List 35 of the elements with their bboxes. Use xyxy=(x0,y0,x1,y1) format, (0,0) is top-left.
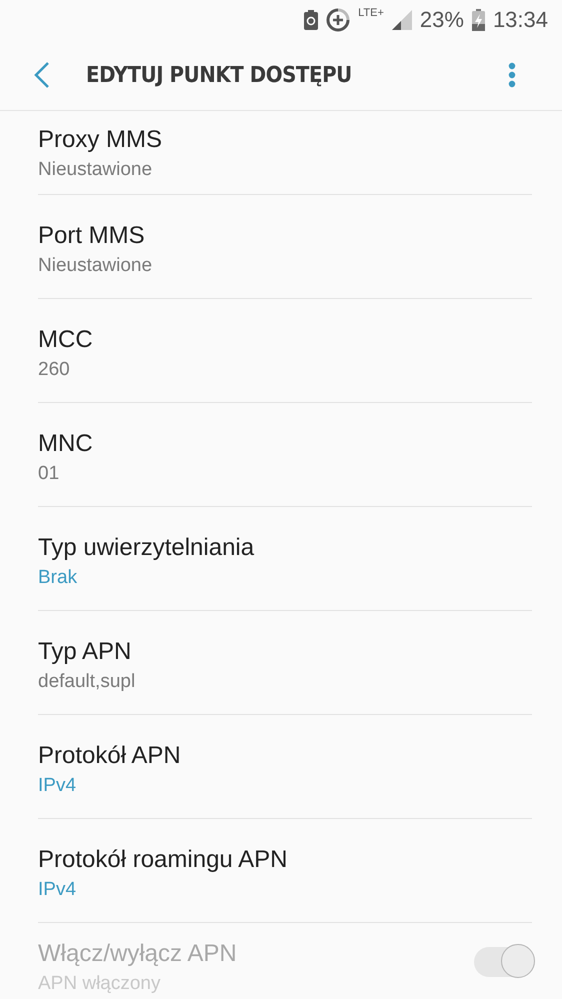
setting-item[interactable]: Protokół roamingu APN IPv4 xyxy=(38,819,532,923)
setting-title: MCC xyxy=(38,324,94,354)
setting-item[interactable]: MNC 01 xyxy=(38,403,532,507)
setting-value: 01 xyxy=(38,462,60,484)
setting-title: Typ APN xyxy=(38,636,132,666)
setting-value: Brak xyxy=(38,566,78,588)
setting-item[interactable]: Typ uwierzytelniania Brak xyxy=(38,507,532,611)
setting-value: IPv4 xyxy=(38,774,78,796)
setting-title: Protokół roamingu APN xyxy=(38,844,288,874)
setting-value: Nieustawione xyxy=(38,254,154,276)
setting-title: Proxy MMS xyxy=(38,124,164,154)
clock: 13:34 xyxy=(492,7,548,33)
setting-title: Port MMS xyxy=(38,220,146,250)
signal-icon xyxy=(392,10,412,30)
setting-item[interactable]: Typ APN default,supl xyxy=(38,611,532,715)
setting-item[interactable]: Port MMS Nieustawione xyxy=(38,195,532,299)
setting-value: Nieustawione xyxy=(38,158,154,180)
setting-title: Typ uwierzytelniania xyxy=(38,532,256,562)
battery-charging-icon xyxy=(472,9,485,31)
setting-title: MNC xyxy=(38,428,94,458)
screen-title: EDYTUJ PUNKT DOSTĘPU xyxy=(86,62,353,88)
setting-value: IPv4 xyxy=(38,878,78,900)
network-type: LTE+ xyxy=(358,8,384,19)
setting-value: 260 xyxy=(38,358,71,380)
setting-item[interactable]: Protokół APN IPv4 xyxy=(38,715,532,819)
setting-item[interactable]: Proxy MMS Nieustawione xyxy=(38,111,532,195)
setting-value: default,supl xyxy=(38,670,136,692)
setting-title: Włącz/wyłącz APN xyxy=(38,939,238,969)
back-button[interactable] xyxy=(34,61,50,89)
setting-item[interactable]: MCC 260 xyxy=(38,299,532,403)
battery-percent: 23% xyxy=(420,7,464,33)
setting-title: Protokół APN xyxy=(38,740,182,770)
more-options-button[interactable] xyxy=(508,62,516,88)
data-saver-icon xyxy=(326,8,350,32)
battery-saver-icon xyxy=(304,10,318,30)
